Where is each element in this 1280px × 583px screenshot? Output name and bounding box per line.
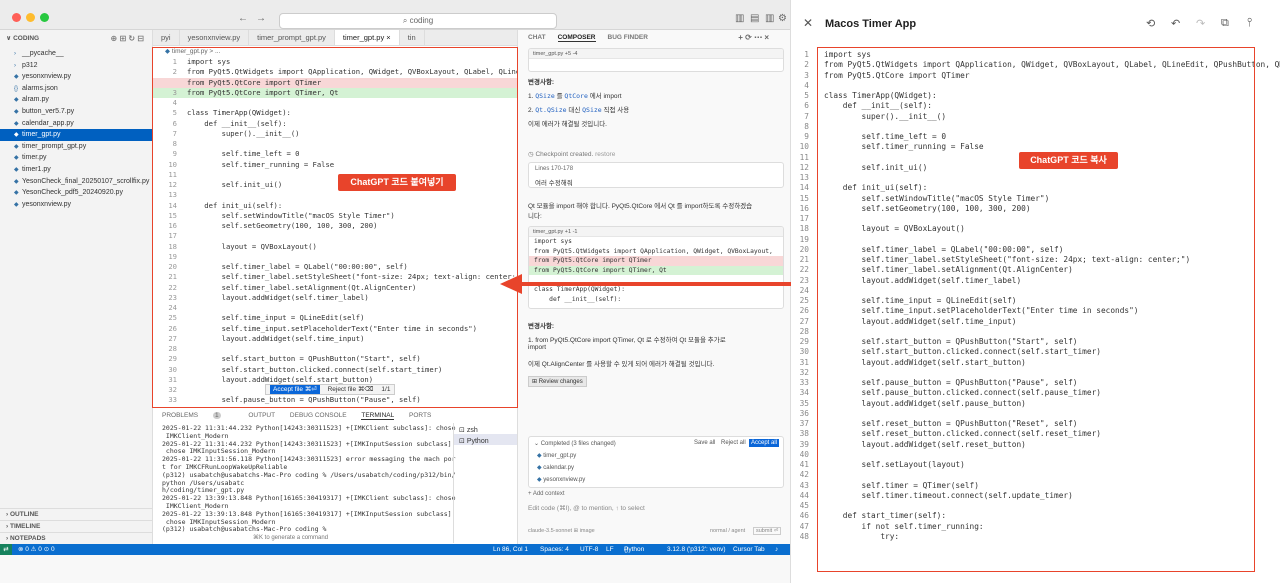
line-number: 6 (804, 101, 809, 111)
line-number: 46 (799, 511, 809, 521)
line-number: 4 (804, 80, 809, 90)
line-number: 12 (799, 162, 809, 172)
line-number: 20 (799, 244, 809, 254)
line-number: 47 (799, 521, 809, 531)
copy-highlight-box (817, 47, 1255, 572)
line-number: 30 (799, 347, 809, 357)
line-number: 37 (799, 419, 809, 428)
line-number: 27 (799, 316, 809, 326)
line-number: 41 (799, 460, 809, 469)
line-number: 7 (804, 111, 809, 121)
line-number: 43 (799, 480, 809, 490)
line-number: 5 (804, 91, 809, 100)
copy-icon[interactable]: ⧉ (1221, 17, 1229, 30)
share-icon[interactable]: ⫯ (1247, 15, 1252, 30)
line-number: 15 (799, 193, 809, 203)
line-number: 14 (799, 183, 809, 193)
history-icon[interactable]: ⟲ (1146, 17, 1155, 30)
line-number: 45 (799, 501, 809, 510)
line-number: 10 (799, 142, 809, 152)
line-number: 19 (799, 234, 809, 244)
line-number: 44 (799, 490, 809, 500)
line-number: 29 (799, 337, 809, 346)
line-number: 25 (799, 296, 809, 305)
line-number: 48 (799, 531, 809, 541)
line-number: 2 (804, 60, 809, 70)
line-number: 23 (799, 275, 809, 285)
redo-icon[interactable]: ↷ (1196, 17, 1205, 30)
line-number: 13 (799, 173, 809, 182)
line-number: 33 (799, 378, 809, 387)
line-number: 40 (799, 449, 809, 459)
line-number: 22 (799, 265, 809, 275)
line-number: 9 (804, 132, 809, 141)
panel-title: Macos Timer App (825, 18, 917, 30)
line-number: 16 (799, 203, 809, 213)
arrow-head (500, 274, 522, 294)
line-number: 1 (804, 50, 809, 59)
line-number: 34 (799, 388, 809, 398)
line-number: 3 (804, 70, 809, 80)
line-number: 39 (799, 439, 809, 449)
undo-icon[interactable]: ↶ (1171, 17, 1180, 30)
line-number: 28 (799, 326, 809, 336)
copy-callout: ChatGPT 코드 복사 (1019, 152, 1118, 169)
line-number: 26 (799, 306, 809, 316)
line-number: 42 (799, 470, 809, 480)
line-number: 35 (799, 398, 809, 408)
close-icon[interactable]: ✕ (803, 16, 813, 30)
line-number: 18 (799, 224, 809, 234)
line-number: 32 (799, 367, 809, 377)
line-number: 11 (799, 152, 809, 162)
line-number: 21 (799, 255, 809, 264)
line-number: 36 (799, 408, 809, 418)
line-number: 38 (799, 429, 809, 439)
line-number: 8 (804, 121, 809, 131)
line-number: 31 (799, 357, 809, 367)
line-number: 17 (799, 214, 809, 223)
line-number: 24 (799, 285, 809, 295)
